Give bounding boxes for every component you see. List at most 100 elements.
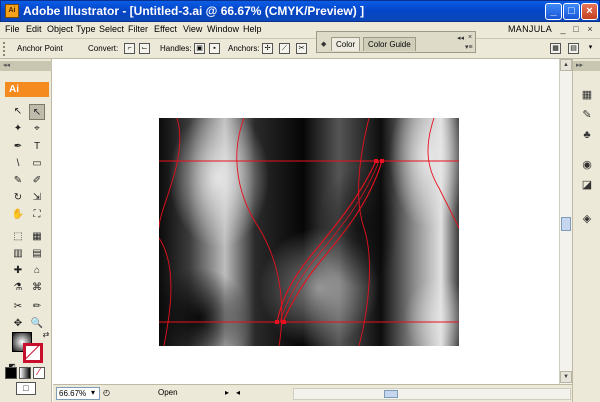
type-tool-icon[interactable]: T (29, 139, 45, 155)
isolate-icon[interactable]: ▦ (550, 43, 561, 54)
live-paint-selection-tool-icon[interactable]: ⌘ (29, 280, 45, 296)
graphic-styles-icon[interactable]: ◪ (579, 177, 595, 193)
panel-collapse-button[interactable]: ◂◂ (457, 34, 464, 42)
horizontal-scrollbar[interactable] (293, 388, 571, 400)
hand-tool-icon[interactable]: ✥ (10, 316, 26, 332)
tab-color[interactable]: Color (331, 37, 361, 51)
lasso-tool-icon[interactable]: ⌖ (29, 121, 45, 137)
handles-label: Handles: (160, 44, 192, 53)
menu-effect[interactable]: Effect (154, 24, 177, 34)
convert-to-corner-icon[interactable]: ⌐ (124, 43, 135, 54)
panel-close-button[interactable]: × (468, 34, 472, 41)
hide-handles-icon[interactable]: ▪ (209, 43, 220, 54)
illustrator-app-icon[interactable]: Ai (5, 4, 19, 18)
close-button[interactable]: × (581, 3, 598, 20)
menu-edit[interactable]: Edit (26, 24, 42, 34)
doc-minimize-button[interactable]: _ (558, 25, 568, 35)
artboard-first-button[interactable]: ◂ (236, 388, 240, 397)
stroke-swatch[interactable] (23, 343, 43, 363)
tab-color-guide[interactable]: Color Guide (363, 37, 416, 51)
pencil-tool-icon[interactable]: ✐ (29, 173, 45, 189)
tools-panel: ◂◂ Ai ↖ ↖ ✦ ⌖ ✒ T \ ▭ ✎ ✐ ↻ ⇲ ✋ ⛶ ⬚ ▦ ▥ … (0, 59, 52, 402)
rotate-tool-icon[interactable]: ↻ (10, 190, 26, 206)
free-transform-tool-icon[interactable]: ⛶ (29, 207, 45, 223)
scale-tool-icon[interactable]: ⇲ (29, 190, 45, 206)
tool-mode-label: Anchor Point (17, 44, 63, 53)
appearance-icon[interactable]: ◉ (579, 157, 595, 173)
control-menu-icon[interactable]: ▾ (585, 43, 596, 54)
menu-bar: File Edit Object Type Select Filter Effe… (0, 22, 600, 39)
right-dock-toggle[interactable]: ▸▸ (573, 61, 600, 71)
menu-select[interactable]: Select (99, 24, 124, 34)
none-mode-icon[interactable]: ⁄ (33, 367, 45, 379)
swatches-icon[interactable]: ▦ (579, 87, 595, 103)
minimize-button[interactable]: _ (545, 3, 562, 20)
user-name: MANJULA (508, 24, 553, 34)
paintbrush-tool-icon[interactable]: ✎ (10, 173, 26, 189)
mesh-tool-icon[interactable]: ▥ (10, 246, 26, 262)
document-state: Open (158, 388, 178, 397)
magic-wand-tool-icon[interactable]: ✦ (10, 121, 26, 137)
menu-type[interactable]: Type (76, 24, 96, 34)
direct-selection-tool-icon[interactable]: ↖ (29, 104, 45, 120)
convert-label: Convert: (88, 44, 119, 53)
column-graph-tool-icon[interactable]: ▦ (29, 229, 45, 245)
maximize-button[interactable]: □ (563, 3, 580, 20)
horizontal-scroll-thumb[interactable] (384, 390, 398, 398)
screen-mode-icon[interactable]: □ (16, 382, 36, 395)
control-bar-grip[interactable] (3, 42, 7, 56)
vertical-scrollbar[interactable]: ▲ ▼ (559, 59, 572, 384)
panel-menu-icon[interactable]: ▾≡ (465, 43, 473, 51)
menu-help[interactable]: Help (243, 24, 262, 34)
menu-window[interactable]: Window (207, 24, 239, 34)
scroll-up-button[interactable]: ▲ (560, 59, 572, 71)
color-panel: ◆ Color Color Guide ◂◂ × ▾≡ (316, 31, 476, 53)
remove-anchor-icon[interactable]: ✢ (262, 43, 273, 54)
window-title: Adobe Illustrator - [Untitled-3.ai @ 66.… (23, 4, 365, 18)
artboard-nav-icon[interactable]: ◴ (103, 388, 110, 397)
menu-filter[interactable]: Filter (128, 24, 148, 34)
gradient-mode-icon[interactable] (19, 367, 31, 379)
panel-grip-icon[interactable]: ◆ (321, 40, 326, 48)
doc-restore-button[interactable]: □ (571, 25, 581, 35)
symbol-sprayer-tool-icon[interactable]: ⬚ (10, 229, 26, 245)
tools-dock-toggle[interactable]: ◂◂ (0, 61, 52, 71)
status-bar: 66.67% ▾ ◴ Open ▸ ◂ (53, 384, 572, 402)
selection-tool-icon[interactable]: ↖ (10, 104, 26, 120)
menu-object[interactable]: Object (47, 24, 73, 34)
layers-icon[interactable]: ◈ (579, 211, 595, 227)
menu-view[interactable]: View (183, 24, 202, 34)
gradient-tool-icon[interactable]: ▤ (29, 246, 45, 262)
doc-close-button[interactable]: × (585, 25, 595, 35)
scroll-down-button[interactable]: ▼ (560, 371, 572, 383)
rectangle-tool-icon[interactable]: ▭ (29, 156, 45, 172)
menu-file[interactable]: File (5, 24, 20, 34)
zoom-dropdown-icon[interactable]: ▾ (91, 388, 95, 397)
convert-to-smooth-icon[interactable]: ⌙ (139, 43, 150, 54)
show-handles-icon[interactable]: ▣ (194, 43, 205, 54)
vertical-scroll-thumb[interactable] (561, 217, 571, 231)
slice-tool-icon[interactable]: ✂ (10, 299, 26, 315)
eraser-tool-icon[interactable]: ✏ (29, 299, 45, 315)
swap-fill-stroke-icon[interactable]: ⇄ (38, 327, 54, 343)
ai-logo: Ai (5, 82, 49, 97)
status-menu-arrow[interactable]: ▸ (225, 388, 229, 397)
right-panel-dock: ▸▸ ▦ ✎ ♣ ◉ ◪ ◈ (572, 59, 600, 402)
artboard[interactable] (159, 118, 459, 346)
blend-tool-icon[interactable]: ⌂ (29, 263, 45, 279)
brushes-icon[interactable]: ✎ (579, 107, 595, 123)
warp-tool-icon[interactable]: ✋ (10, 207, 26, 223)
artwork[interactable] (159, 118, 459, 346)
document-canvas[interactable] (53, 59, 559, 384)
eyedropper-tool-icon[interactable]: ✚ (10, 263, 26, 279)
connect-anchors-icon[interactable]: ⟋ (279, 43, 290, 54)
pen-tool-icon[interactable]: ✒ (10, 139, 26, 155)
live-paint-bucket-tool-icon[interactable]: ⚗ (10, 280, 26, 296)
title-bar: Ai Adobe Illustrator - [Untitled-3.ai @ … (0, 0, 600, 22)
anchors-label: Anchors: (228, 44, 260, 53)
cut-path-icon[interactable]: ✂ (296, 43, 307, 54)
line-tool-icon[interactable]: \ (10, 156, 26, 172)
color-mode-icon[interactable] (5, 367, 17, 379)
symbols-icon[interactable]: ♣ (579, 127, 595, 143)
arrange-icon[interactable]: ▤ (568, 43, 579, 54)
